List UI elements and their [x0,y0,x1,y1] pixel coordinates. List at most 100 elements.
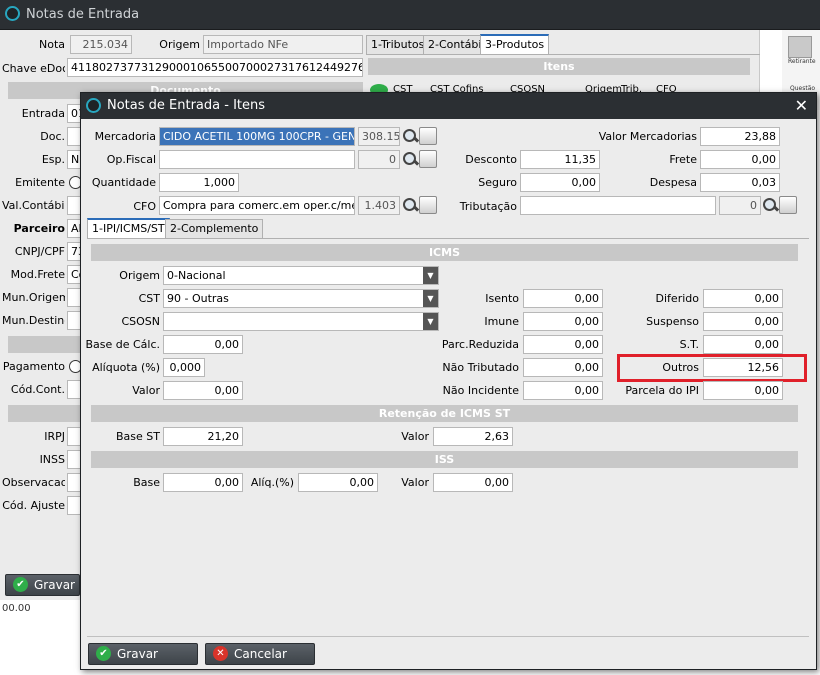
origem-select-value: 0-Nacional [167,269,226,282]
tributacao-code-field[interactable]: 0 [719,196,761,215]
csosn-select[interactable]: ▼ [163,312,439,331]
section-pagamento-bar [8,336,80,353]
itens-dialog: Notas de Entrada - Itens ✕ Mercadoria CI… [80,92,817,670]
despesa-field[interactable]: 0,03 [700,173,780,192]
label-tributacao: Tributação [459,200,517,213]
naotrib-field[interactable]: 0,00 [523,358,603,377]
quantidade-field[interactable]: 1,000 [159,173,239,192]
cfo-search-icon[interactable] [402,197,418,213]
diferido-field[interactable]: 0,00 [703,289,783,308]
label-frete: Frete [669,153,697,166]
app-title: Notas de Entrada [26,7,140,22]
cst-select[interactable]: 90 - Outras ▼ [163,289,439,308]
tributacao-list-icon[interactable] [779,196,797,214]
tab-produtos[interactable]: 3-Produtos [480,34,550,55]
isento-field[interactable]: 0,00 [523,289,603,308]
desconto-field[interactable]: 11,35 [520,150,600,169]
gravar-label: Gravar [117,647,158,661]
label-quantidade: Quantidade [91,176,156,189]
dialog-titlebar: Notas de Entrada - Itens ✕ [81,93,816,119]
suspenso-field[interactable]: 0,00 [703,312,783,331]
origem-field[interactable]: Importado NFe [203,35,363,54]
tributacao-field[interactable] [520,196,716,215]
mercadoria-code-field[interactable]: 308.159 [358,127,400,146]
parcred-field[interactable]: 0,00 [523,335,603,354]
label-parceiro: Parceiro [13,222,65,235]
section-retencao: Retenção de ICMS ST [91,405,798,422]
frete-field[interactable]: 0,00 [700,150,780,169]
close-icon[interactable]: ✕ [795,96,808,115]
label-naoinc: Não Incidente [442,384,519,397]
valmerc-field[interactable]: 23,88 [700,127,780,146]
label-emitente: Emitente [15,176,65,189]
chave-field[interactable]: 4118027377312900010655007000273176124492… [67,58,363,77]
tab-tributos[interactable]: 1-Tributos [366,35,430,55]
label-aliquota: Alíquota (%) [92,361,160,374]
label-desconto: Desconto [465,153,517,166]
naoinc-field[interactable]: 0,00 [523,381,603,400]
chevron-down-icon[interactable]: ▼ [423,267,438,284]
label-despesa: Despesa [649,176,697,189]
seguro-field[interactable]: 0,00 [520,173,600,192]
label-basest: Base ST [116,430,160,443]
label-csosn: CSOSN [121,315,160,328]
nota-field[interactable]: 215.034 [70,35,132,54]
label-cnpj: CNPJ/CPF [14,245,65,258]
cfo-field[interactable]: Compra para comerc.em oper.c/merc.c/s [159,196,355,215]
label-cst: CST [138,292,160,305]
label-mercadoria: Mercadoria [94,130,156,143]
cancelar-button[interactable]: ✕ Cancelar [205,643,315,665]
st-field[interactable]: 0,00 [703,335,783,354]
side-label-retirante: Retirante [788,58,816,65]
label-suspenso: Suspenso [646,315,699,328]
bg-footer-text: 00.00 [2,603,31,614]
label-chave: Chave eDoc [2,62,65,75]
dialog-title: Notas de Entrada - Itens [107,98,266,113]
printer-icon[interactable] [788,36,812,58]
mercadoria-list-icon[interactable] [419,127,437,145]
basest-field[interactable]: 21,20 [163,427,243,446]
label-origem-icms: Origem [119,269,160,282]
label-st: S.T. [679,338,699,351]
label-cfo: CFO [133,200,156,213]
gravar-button[interactable]: ✔ Gravar [88,643,198,665]
label-codcont: Cód.Cont. [10,383,65,396]
opfiscal-code-field[interactable]: 0 [358,150,400,169]
cfo-list-icon[interactable] [419,196,437,214]
opfiscal-list-icon[interactable] [419,150,437,168]
imune-field[interactable]: 0,00 [523,312,603,331]
valor-iss-field[interactable]: 0,00 [433,473,513,492]
label-mundestino: Mun.Destino [2,314,65,327]
basecalc-field[interactable]: 0,00 [163,335,243,354]
base-iss-field[interactable]: 0,00 [163,473,243,492]
cst-select-value: 90 - Outras [167,292,229,305]
cfo-code-field[interactable]: 1.403 [358,196,400,215]
label-inss: INSS [39,453,65,466]
section-itens: Itens [368,58,750,75]
opfiscal-field[interactable] [159,150,355,169]
footer-divider [87,636,809,637]
valor-icms-field[interactable]: 0,00 [163,381,243,400]
aliquota-field[interactable]: 0,000 [163,358,205,377]
label-origem: Origem [159,38,200,51]
label-doc: Doc. [40,130,65,143]
label-parcred: Parc.Reduzida [441,338,519,351]
bg-gravar-button[interactable]: ✔ Gravar [5,574,80,596]
tab-ipi-icms-st[interactable]: 1-IPI/ICMS/ST [87,218,170,238]
parcipi-field[interactable]: 0,00 [703,381,783,400]
tab-divider-modal [87,238,809,239]
label-valor-iss: Valor [401,476,429,489]
label-pagamento: Pagamento [2,360,65,373]
valor-ret-field[interactable]: 2,63 [433,427,513,446]
origem-select[interactable]: 0-Nacional ▼ [163,266,439,285]
mercadoria-search-icon[interactable] [402,128,418,144]
label-irpj: IRPJ [44,430,65,443]
mercadoria-field[interactable]: CIDO ACETIL 100MG 100CPR - GEN EMS [159,127,355,146]
opfiscal-search-icon[interactable] [402,151,418,167]
tab-complemento[interactable]: 2-Complemento [165,219,264,239]
label-codajuste: Cód. Ajuste [2,499,65,512]
app-titlebar: Notas de Entrada [0,0,820,30]
tributacao-search-icon[interactable] [762,197,778,213]
label-valor-ret: Valor [401,430,429,443]
label-isento: Isento [485,292,519,305]
